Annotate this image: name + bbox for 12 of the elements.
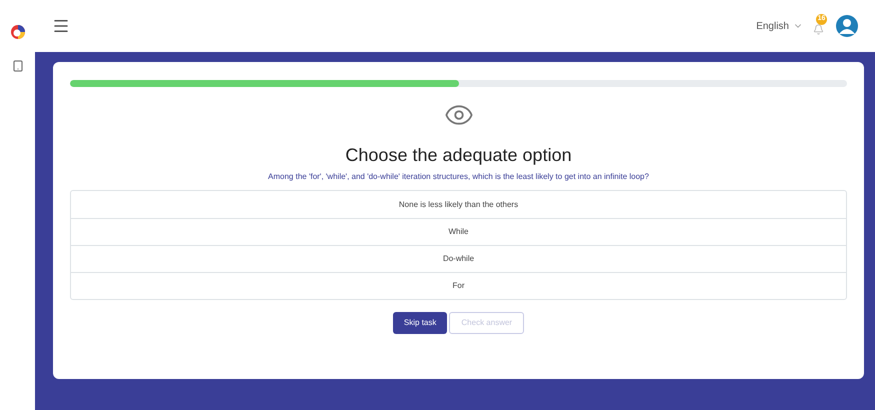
task-title: Choose the adequate option [345, 144, 572, 167]
logo-icon[interactable] [10, 24, 26, 40]
answer-option[interactable]: Do-while [71, 245, 846, 272]
tablet-icon[interactable] [12, 60, 24, 72]
answer-option[interactable]: For [71, 272, 846, 299]
answer-option[interactable]: None is less likely than the others [71, 191, 846, 218]
menu-button[interactable] [52, 17, 70, 35]
avatar-icon[interactable] [836, 15, 858, 37]
answer-option[interactable]: While [71, 218, 846, 245]
skip-button[interactable]: Skip task [392, 312, 448, 334]
language-selector[interactable]: English [756, 18, 803, 34]
question-text: Among the 'for', 'while', and 'do-while' iteration structures, which is the least likely to get into an infinite loop? [268, 171, 649, 183]
